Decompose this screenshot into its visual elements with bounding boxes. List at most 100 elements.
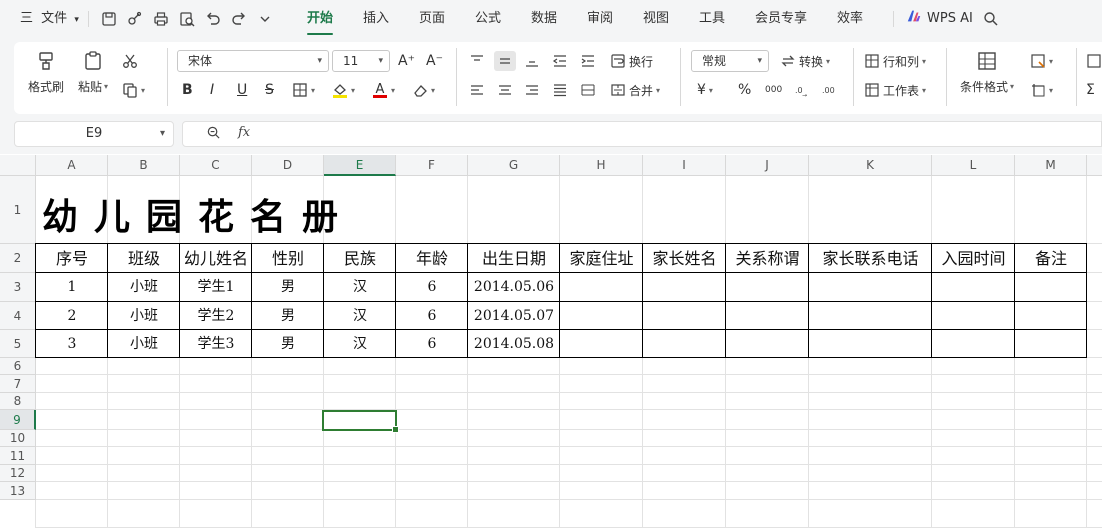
tab-insert[interactable]: 插入 — [363, 10, 389, 28]
table-cell[interactable]: 3 — [36, 330, 108, 358]
table-cell[interactable] — [560, 302, 643, 330]
table-cell[interactable] — [643, 330, 726, 358]
table-cell[interactable] — [809, 273, 932, 302]
percent-button[interactable]: % — [738, 80, 751, 100]
name-box[interactable]: E9 ▾ — [14, 121, 174, 147]
worksheet-button[interactable]: 工作表 ▾ — [864, 80, 926, 100]
wrap-text-button[interactable]: 换行 — [610, 51, 653, 71]
active-cell-selection[interactable] — [322, 410, 399, 433]
table-header-cell[interactable]: 民族 — [324, 244, 396, 273]
rows-cols-button[interactable]: 行和列 ▾ — [864, 51, 926, 71]
table-cell[interactable] — [643, 302, 726, 330]
font-color-button[interactable]: A ▾ — [372, 80, 395, 100]
column-header-e[interactable]: E — [324, 155, 396, 176]
convert-button[interactable]: 转换 ▾ — [780, 51, 830, 71]
column-header-g[interactable]: G — [468, 155, 560, 176]
table-cell[interactable]: 小班 — [108, 302, 180, 330]
align-right-button[interactable] — [524, 80, 540, 100]
column-header-i[interactable]: I — [643, 155, 726, 176]
column-header-l[interactable]: L — [932, 155, 1015, 176]
fx-icon[interactable]: fx — [238, 125, 250, 140]
column-header-d[interactable]: D — [252, 155, 324, 176]
decrease-decimal-button[interactable]: .00 — [821, 80, 837, 100]
table-cell[interactable]: 1 — [36, 273, 108, 302]
conditional-format-button[interactable]: 条件格式 ▾ — [960, 50, 1014, 95]
italic-button[interactable]: I — [210, 80, 214, 100]
tab-formula[interactable]: 公式 — [475, 10, 501, 28]
freeze-button[interactable]: ▾ — [1030, 80, 1053, 100]
table-header-cell[interactable]: 幼儿姓名 — [180, 244, 252, 273]
table-header-cell[interactable]: 家长联系电话 — [809, 244, 932, 273]
table-cell[interactable] — [1015, 273, 1087, 302]
table-cell[interactable]: 6 — [396, 273, 468, 302]
increase-indent-button[interactable] — [580, 51, 596, 71]
table-header-cell[interactable]: 家庭住址 — [560, 244, 643, 273]
row-header-2[interactable]: 2 — [0, 244, 36, 273]
row-header-6[interactable]: 6 — [0, 358, 36, 375]
distributed-button[interactable] — [580, 80, 596, 100]
paste-button[interactable]: 粘贴 ▾ — [78, 50, 108, 95]
share-icon[interactable] — [126, 10, 144, 28]
bold-button[interactable]: B — [182, 80, 193, 100]
wps-ai-button[interactable]: WPS AI — [906, 10, 973, 28]
border-button[interactable]: ▾ — [292, 80, 315, 100]
tab-efficiency[interactable]: 效率 — [837, 10, 863, 28]
row-header-8[interactable]: 8 — [0, 393, 36, 410]
table-cell[interactable] — [932, 273, 1015, 302]
align-middle-button[interactable] — [494, 51, 516, 71]
table-header-cell[interactable]: 性别 — [252, 244, 324, 273]
decrease-indent-button[interactable] — [552, 51, 568, 71]
print-icon[interactable] — [152, 10, 170, 28]
tab-page[interactable]: 页面 — [419, 10, 445, 28]
column-header-m[interactable]: M — [1015, 155, 1087, 176]
currency-button[interactable]: ¥ ▾ — [697, 80, 713, 100]
decrease-font-button[interactable]: A⁻ — [426, 51, 443, 71]
row-header-13[interactable]: 13 — [0, 482, 36, 500]
quick-access-more-icon[interactable] — [256, 10, 274, 28]
table-cell[interactable]: 小班 — [108, 273, 180, 302]
column-header-h[interactable]: H — [560, 155, 643, 176]
align-bottom-button[interactable] — [524, 51, 540, 71]
table-cell[interactable]: 2014.05.07 — [468, 302, 560, 330]
tab-home[interactable]: 开始 — [307, 10, 334, 35]
table-cell[interactable]: 男 — [252, 273, 324, 302]
table-header-cell[interactable]: 序号 — [36, 244, 108, 273]
number-format-select[interactable]: 常规 ▾ — [691, 50, 769, 72]
table-cell[interactable]: 学生3 — [180, 330, 252, 358]
tab-member[interactable]: 会员专享 — [755, 10, 807, 28]
tab-view[interactable]: 视图 — [643, 10, 669, 28]
table-header-cell[interactable]: 备注 — [1015, 244, 1087, 273]
print-preview-icon[interactable] — [178, 10, 196, 28]
table-cell[interactable] — [560, 330, 643, 358]
row-header-1[interactable]: 1 — [0, 176, 36, 244]
table-cell[interactable]: 学生1 — [180, 273, 252, 302]
column-header-a[interactable]: A — [36, 155, 108, 176]
format-painter-button[interactable]: 格式刷 — [28, 50, 64, 95]
search-icon[interactable] — [982, 10, 1000, 28]
row-header-9[interactable]: 9 — [0, 410, 36, 430]
table-cell[interactable] — [932, 302, 1015, 330]
table-cell[interactable]: 2014.05.06 — [468, 273, 560, 302]
cell-style-button[interactable]: ▾ — [1030, 51, 1053, 71]
formula-input[interactable] — [182, 121, 1102, 147]
tab-tools[interactable]: 工具 — [699, 10, 725, 28]
fill-color-button[interactable]: ▾ — [332, 80, 355, 100]
row-header-12[interactable]: 12 — [0, 465, 36, 482]
table-cell[interactable]: 汉 — [324, 273, 396, 302]
row-header-3[interactable]: 3 — [0, 273, 36, 302]
table-cell[interactable] — [809, 330, 932, 358]
cut-button[interactable] — [122, 51, 138, 71]
font-name-select[interactable]: 宋体 ▾ — [177, 50, 329, 72]
increase-font-button[interactable]: A⁺ — [398, 51, 415, 71]
clear-button[interactable]: ▾ — [412, 80, 435, 100]
row-header-4[interactable]: 4 — [0, 302, 36, 330]
underline-button[interactable]: U — [237, 80, 247, 100]
row-header-5[interactable]: 5 — [0, 330, 36, 358]
tab-review[interactable]: 审阅 — [587, 10, 613, 28]
table-cell[interactable]: 6 — [396, 330, 468, 358]
align-left-button[interactable] — [469, 80, 485, 100]
table-cell[interactable]: 男 — [252, 330, 324, 358]
align-top-button[interactable] — [469, 51, 485, 71]
font-size-select[interactable]: 11 ▾ — [332, 50, 390, 72]
table-header-cell[interactable]: 家长姓名 — [643, 244, 726, 273]
